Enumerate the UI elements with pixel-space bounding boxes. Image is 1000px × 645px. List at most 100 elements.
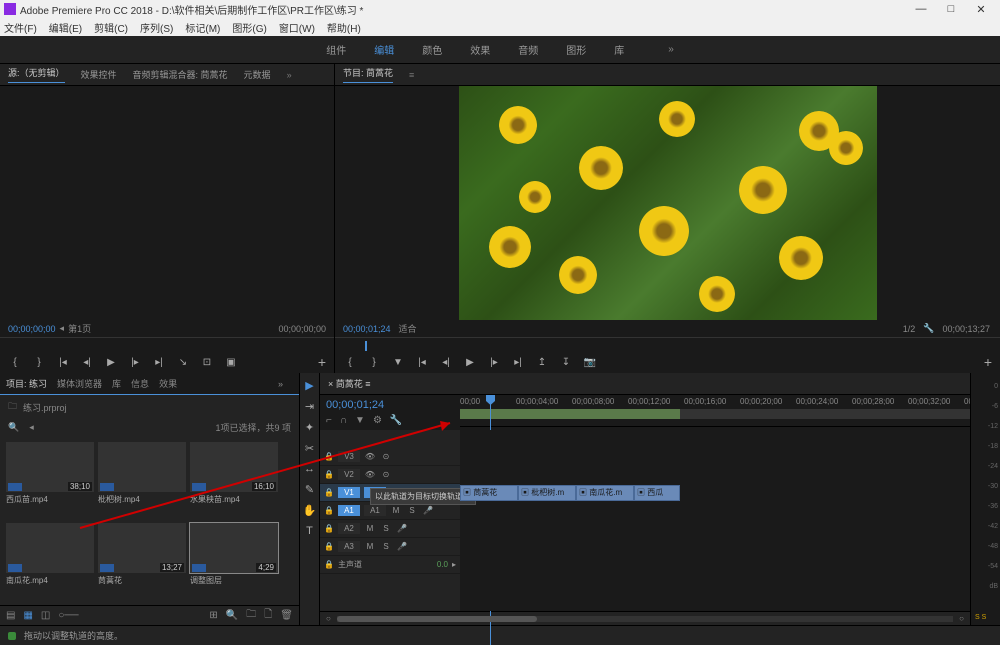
project-tab[interactable]: 库 <box>112 377 121 390</box>
list-view-icon[interactable]: ▤ <box>6 610 15 621</box>
source-monitor[interactable] <box>0 86 334 320</box>
voice-icon[interactable]: 🎤 <box>422 506 434 515</box>
project-tab[interactable]: 项目: 练习 <box>6 377 47 390</box>
play-icon[interactable]: ▶ <box>463 355 477 369</box>
wrench-icon[interactable]: 🔧 <box>923 323 934 334</box>
track-select-tool-icon[interactable]: ⇥ <box>305 400 314 413</box>
workspace-tab[interactable]: 库 <box>614 42 624 57</box>
sequence-tab[interactable]: × 茼蒿花 ≡ <box>328 377 371 390</box>
lock-icon[interactable]: 🔒 <box>324 488 334 497</box>
lift-icon[interactable]: ↥ <box>535 355 549 369</box>
video-track-header[interactable]: 🔒V3👁⊙ <box>320 448 460 466</box>
bin-icon[interactable]: 🗀 <box>8 399 17 415</box>
lock-icon[interactable]: 🔒 <box>324 524 334 533</box>
source-tab[interactable]: 元数据 <box>244 68 271 81</box>
insert-icon[interactable]: ↘ <box>176 355 190 369</box>
project-tab[interactable]: 效果 <box>159 377 177 390</box>
mark-in-icon[interactable]: { <box>8 355 22 369</box>
ripple-tool-icon[interactable]: ✦ <box>305 421 314 434</box>
program-tab[interactable]: 节目: 茼蒿花 <box>343 66 393 83</box>
workspace-tab[interactable]: 效果 <box>470 42 490 57</box>
audio-track-header[interactable]: 🔒 A3 MS 🎤 <box>320 538 460 556</box>
eye-icon[interactable]: 👁 <box>364 470 376 479</box>
project-tab[interactable]: 媒体浏览器 <box>57 377 102 390</box>
timeline-ruler[interactable]: 00;0000;00;04;0000;00;08;0000;00;12;0000… <box>460 395 970 427</box>
pen-tool-icon[interactable]: ✎ <box>305 483 314 496</box>
mute-icon[interactable]: M <box>364 542 376 551</box>
go-out-icon[interactable]: ▸| <box>511 355 525 369</box>
track-label[interactable]: A3 <box>338 541 360 552</box>
add-button-icon[interactable]: + <box>984 354 992 370</box>
chevron-right-icon[interactable]: » <box>668 44 674 55</box>
lock-icon[interactable]: 🔒 <box>324 560 334 569</box>
mute-icon[interactable]: M <box>390 506 402 515</box>
link-icon[interactable]: ∩ <box>340 415 347 426</box>
go-in-icon[interactable]: |◂ <box>56 355 70 369</box>
step-fwd-icon[interactable]: |▸ <box>487 355 501 369</box>
add-marker-icon[interactable]: ▼ <box>391 355 405 369</box>
program-tc-left[interactable]: 00;00;01;24 <box>343 324 391 334</box>
go-out-icon[interactable]: ▸| <box>152 355 166 369</box>
voice-icon[interactable]: 🎤 <box>396 524 408 533</box>
timeline-clip[interactable]: ▣ 南瓜花.m <box>576 485 634 501</box>
auto-sequence-icon[interactable]: ⊞ <box>209 610 217 621</box>
video-track-header[interactable]: 🔒V2👁⊙ <box>320 466 460 484</box>
timeline-clip[interactable]: ▣ 西瓜 <box>634 485 680 501</box>
menu-item[interactable]: 编辑(E) <box>49 20 82 35</box>
toggle-icon[interactable]: ⊙ <box>380 452 392 461</box>
timeline-clip[interactable]: ▣ 茼蒿花 <box>460 485 518 501</box>
source-ruler[interactable] <box>0 337 334 351</box>
track-label[interactable]: A1 <box>364 505 386 516</box>
step-fwd-icon[interactable]: |▸ <box>128 355 142 369</box>
panel-menu-icon[interactable]: ≡ <box>409 70 414 80</box>
project-item[interactable]: 16;10水果秧苗.mp4 <box>190 442 278 519</box>
eye-icon[interactable]: 👁 <box>364 452 376 461</box>
track-target[interactable]: A1 <box>338 505 360 516</box>
settings-icon[interactable]: ⚙ <box>373 415 382 426</box>
project-item[interactable]: 4;29调整图层 <box>190 523 278 600</box>
workspace-tab[interactable]: 图形 <box>566 42 586 57</box>
menu-item[interactable]: 标记(M) <box>185 20 220 35</box>
zoom-slider[interactable]: ○── <box>58 610 78 621</box>
icon-view-icon[interactable]: ▦ <box>23 610 32 621</box>
workspace-tab[interactable]: 音频 <box>518 42 538 57</box>
workspace-tab[interactable]: 编辑 <box>374 42 394 57</box>
track-content[interactable]: 以此轨道为目标切换轨道。 ▣ 茼蒿花▣ 枇杷树.m▣ 南瓜花.m▣ 西瓜 <box>460 430 970 611</box>
menu-item[interactable]: 剪辑(C) <box>94 20 128 35</box>
track-label[interactable]: A2 <box>338 523 360 534</box>
timeline-tc[interactable]: 00;00;01;24 <box>326 399 454 411</box>
menubar[interactable]: 文件(F)编辑(E)剪辑(C)序列(S)标记(M)图形(G)窗口(W)帮助(H) <box>0 18 1000 36</box>
project-item[interactable]: 13;27茼蒿花 <box>98 523 186 600</box>
program-ruler[interactable] <box>335 337 1000 351</box>
lock-icon[interactable]: 🔒 <box>324 506 334 515</box>
chevron-icon[interactable]: ▸ <box>452 560 456 569</box>
lock-icon[interactable]: 🔒 <box>324 542 334 551</box>
project-bins[interactable]: 38;10西瓜苗.mp4枇杷树.mp416;10水果秧苗.mp4南瓜花.mp41… <box>0 436 299 605</box>
extract-icon[interactable]: ↧ <box>559 355 573 369</box>
chevron-left-icon[interactable]: ◂ <box>60 323 65 334</box>
solo-icon[interactable]: S <box>380 542 392 551</box>
solo-icon[interactable]: S <box>406 506 418 515</box>
project-tabs[interactable]: 项目: 练习媒体浏览器库信息效果» <box>0 373 299 395</box>
snap-icon[interactable]: ⌐ <box>326 415 332 426</box>
overwrite-icon[interactable]: ⊡ <box>200 355 214 369</box>
source-tab[interactable]: 源:（无剪辑） <box>8 66 65 83</box>
type-tool-icon[interactable]: T <box>306 525 313 537</box>
menu-item[interactable]: 窗口(W) <box>279 20 315 35</box>
step-back-icon[interactable]: ◂| <box>439 355 453 369</box>
go-in-icon[interactable]: |◂ <box>415 355 429 369</box>
project-item[interactable]: 枇杷树.mp4 <box>98 442 186 519</box>
voice-icon[interactable]: 🎤 <box>396 542 408 551</box>
search-icon[interactable]: 🔍 <box>8 422 19 433</box>
new-bin-icon[interactable]: 🗀 <box>246 607 256 624</box>
export-frame-icon[interactable]: 📷 <box>583 355 597 369</box>
toggle-icon[interactable]: ⊙ <box>380 470 392 479</box>
marker-icon[interactable]: ▼ <box>355 415 365 426</box>
menu-item[interactable]: 序列(S) <box>140 20 173 35</box>
master-track[interactable]: 🔒主声道0.0▸ <box>320 556 460 574</box>
timeline-clip[interactable]: ▣ 枇杷树.m <box>518 485 576 501</box>
source-tab[interactable]: 音频剪辑混合器: 茼蒿花 <box>133 68 228 81</box>
freeform-view-icon[interactable]: ◫ <box>41 610 50 621</box>
track-target[interactable]: V1 <box>338 487 360 498</box>
mute-icon[interactable]: M <box>364 524 376 533</box>
